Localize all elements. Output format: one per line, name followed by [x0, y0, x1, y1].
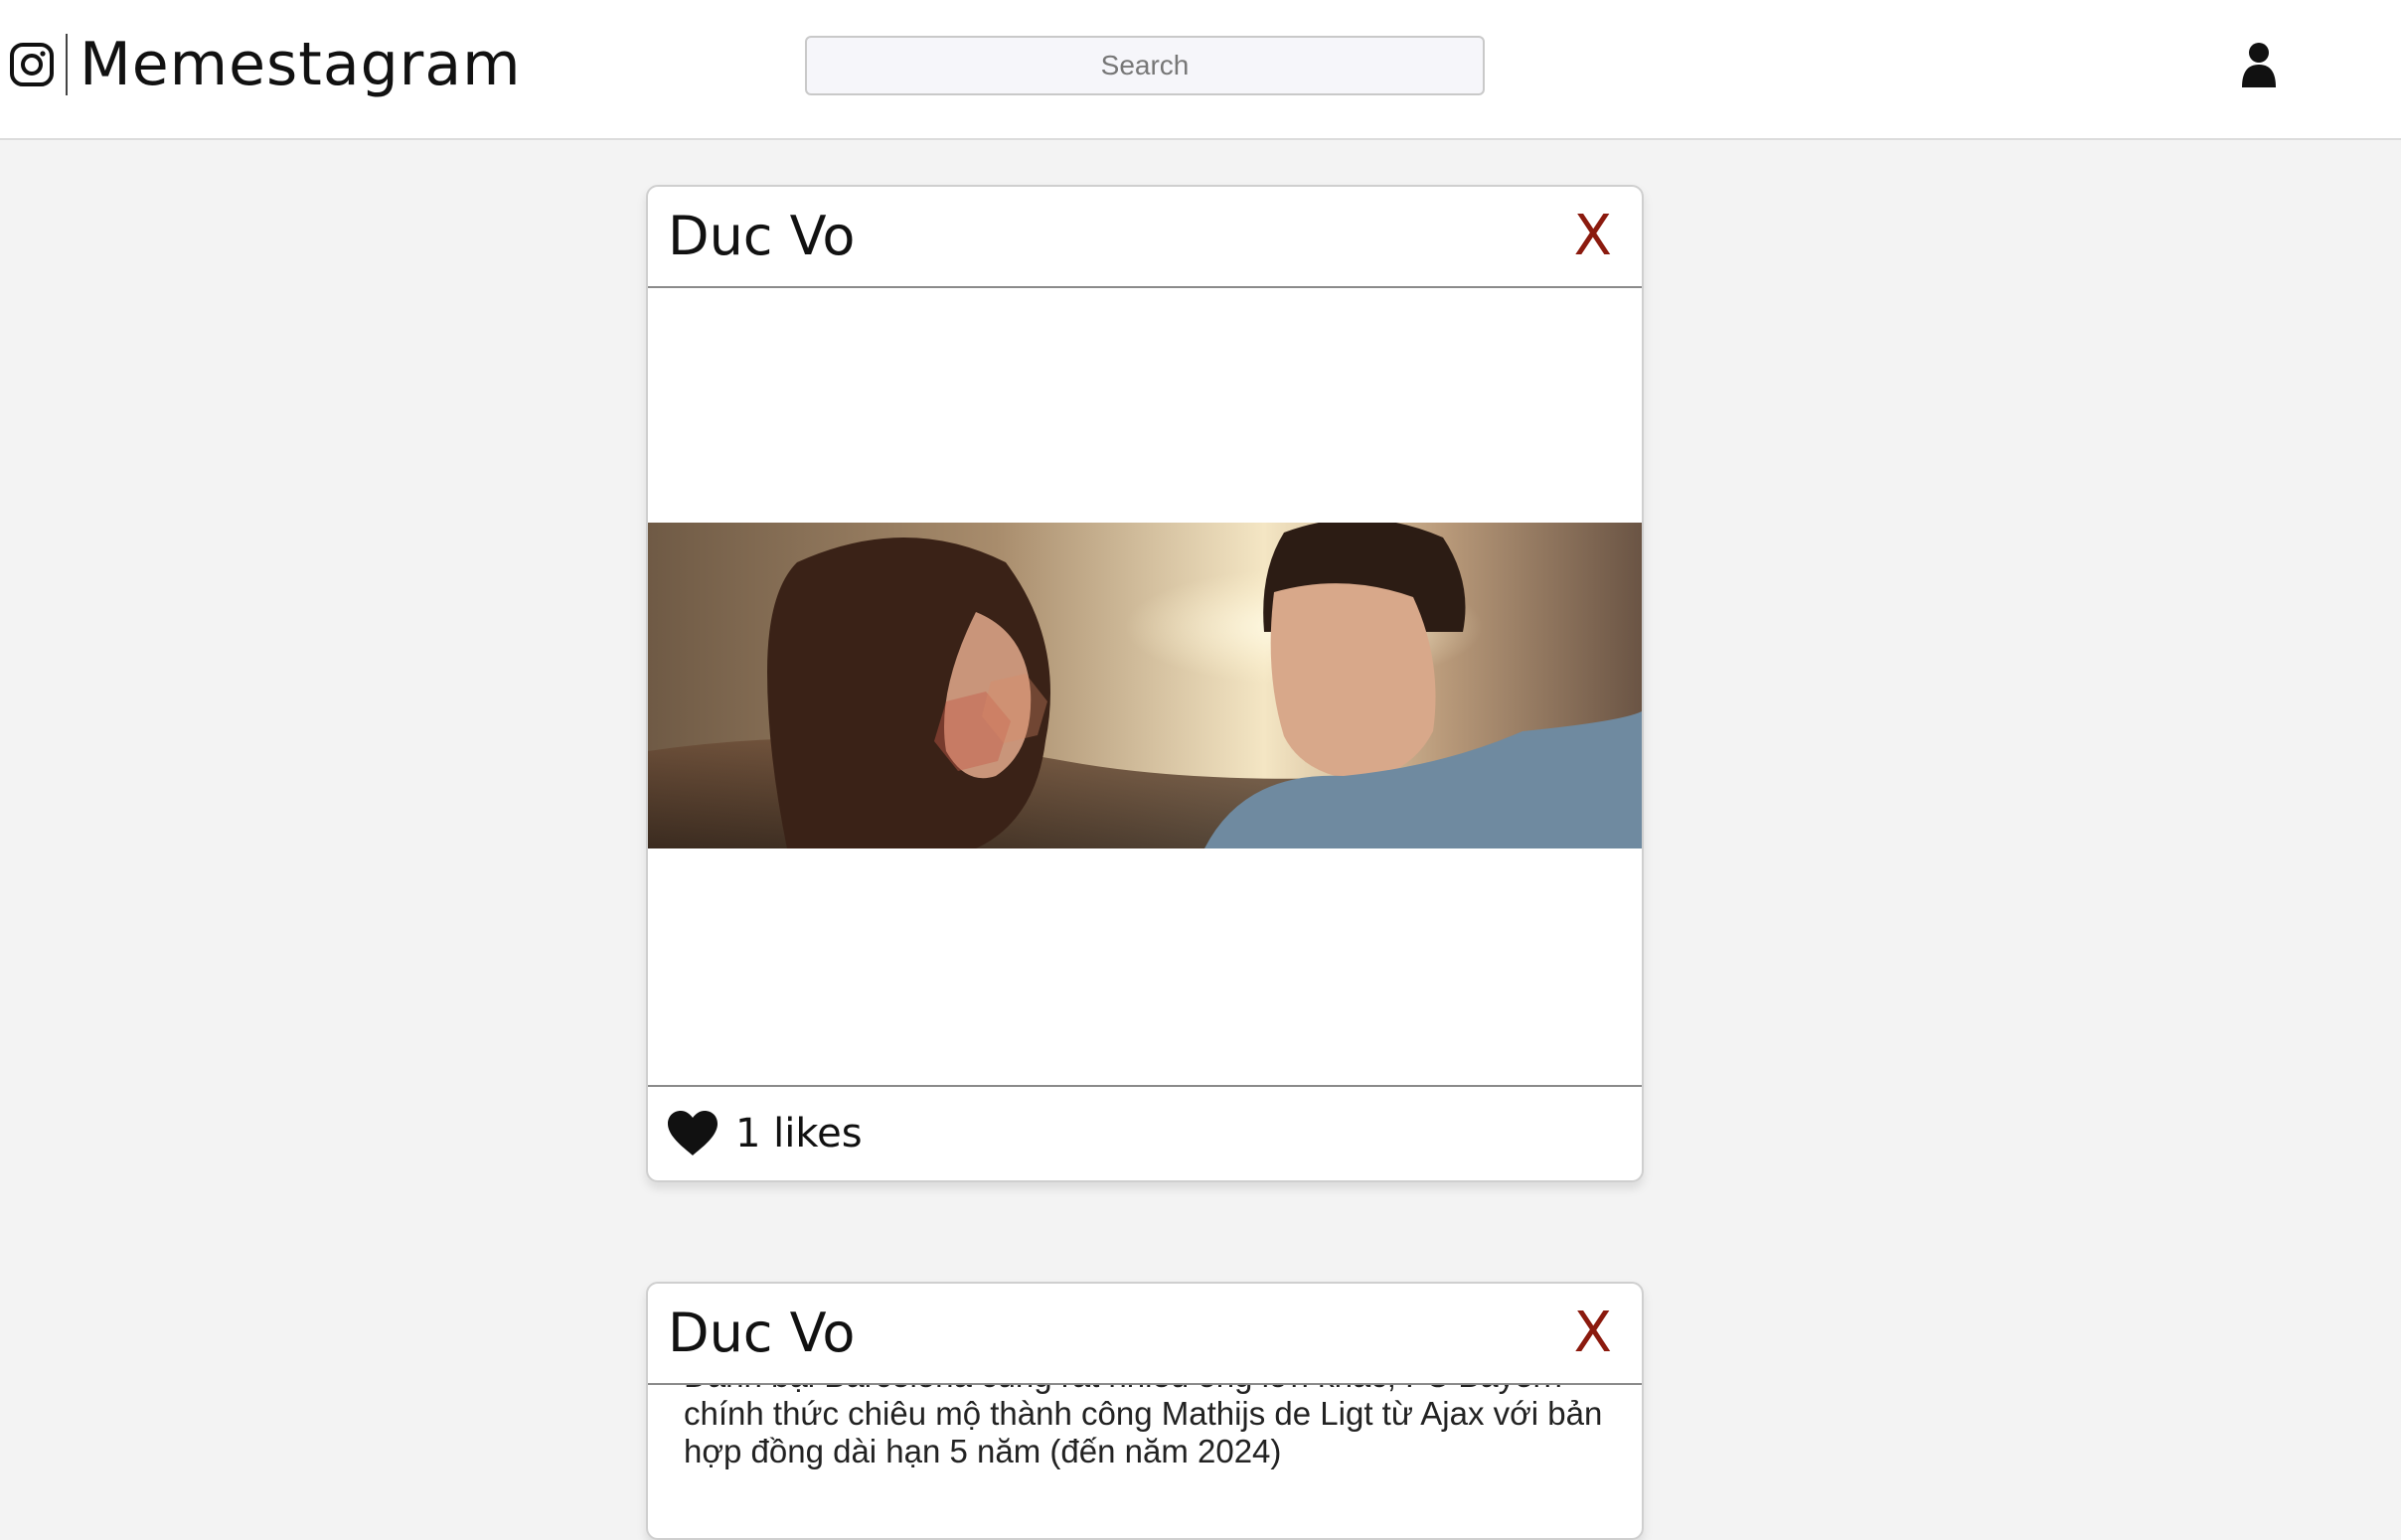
post-media [648, 288, 1642, 1087]
likes-count: 1 likes [735, 1111, 863, 1156]
brand[interactable]: Memestagram [8, 30, 522, 99]
delete-post-button[interactable]: X [1574, 1306, 1612, 1361]
delete-post-button[interactable]: X [1574, 209, 1612, 264]
post-media: Đánh bại Barcelona cùng rất nhiều ông lớ… [648, 1385, 1642, 1538]
heart-icon[interactable] [666, 1110, 720, 1157]
app-title: Memestagram [80, 30, 522, 99]
search-input[interactable] [805, 36, 1485, 95]
brand-divider [66, 34, 68, 95]
post-footer: 1 likes [648, 1087, 1642, 1180]
post-card: Duc Vo X 1 likes [646, 185, 1644, 1182]
instagram-icon [8, 41, 56, 88]
post-photo [648, 523, 1642, 848]
post-image-text: Đánh bại Barcelona cùng rất nhiều ông lớ… [684, 1385, 1603, 1469]
post-header: Duc Vo X [648, 187, 1642, 288]
post-card: Duc Vo X Đánh bại Barcelona cùng rất nhi… [646, 1282, 1644, 1540]
top-navbar: Memestagram [0, 0, 2401, 140]
post-header: Duc Vo X [648, 1284, 1642, 1385]
post-author[interactable]: Duc Vo [668, 207, 855, 266]
user-icon[interactable] [2240, 42, 2278, 89]
post-author[interactable]: Duc Vo [668, 1304, 855, 1363]
